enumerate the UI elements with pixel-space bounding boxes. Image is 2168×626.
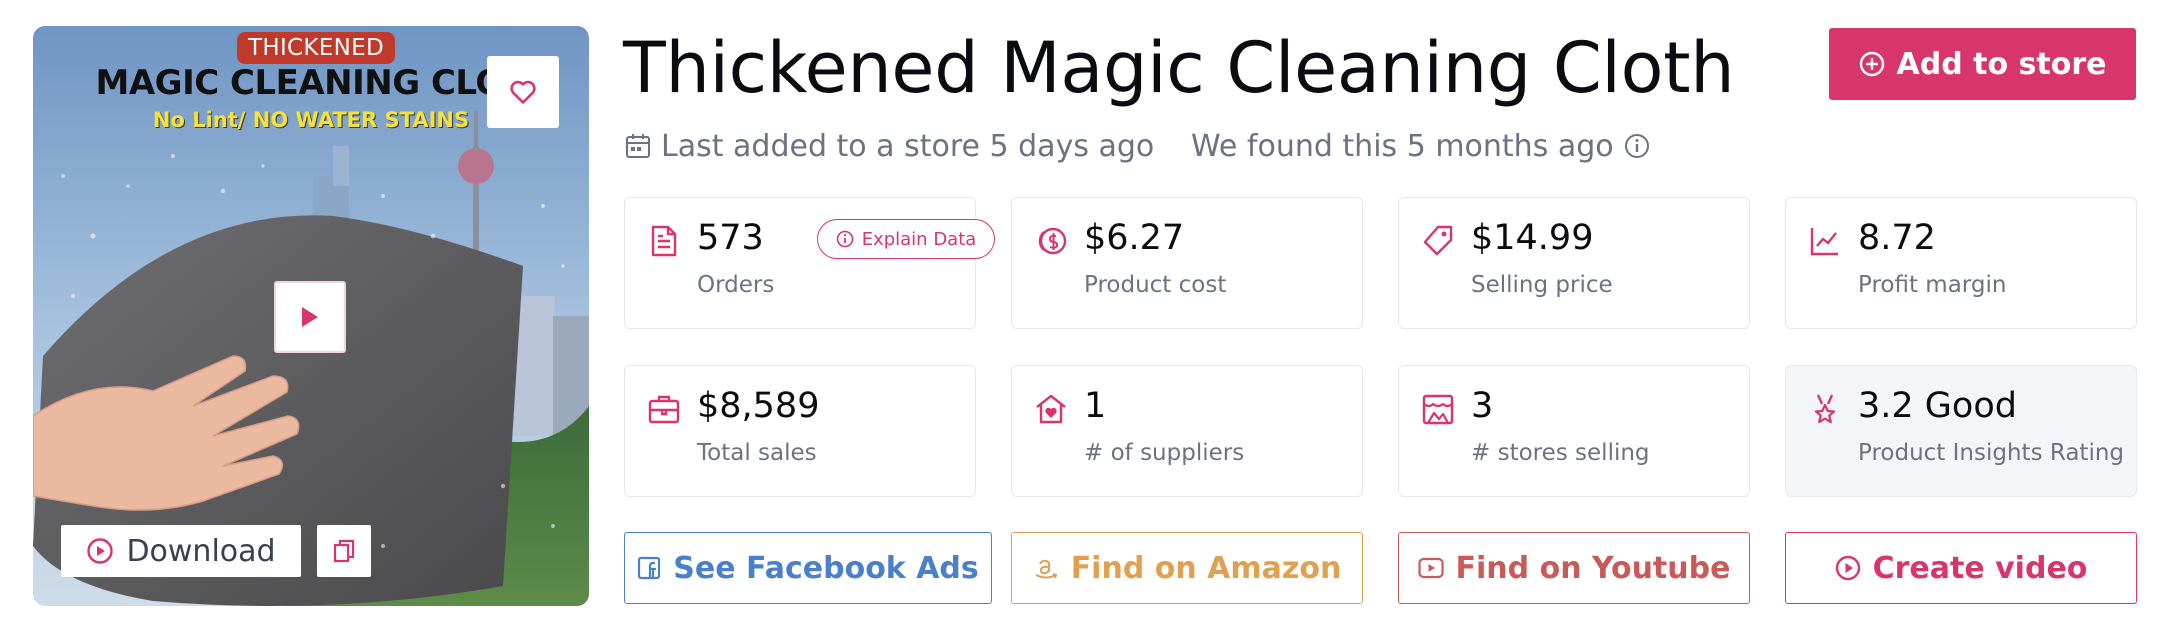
page-title: Thickened Magic Cleaning Cloth [623,27,1735,109]
stat-card-orders: 573 Orders [624,197,976,329]
stat-value: 573 [697,218,764,258]
heart-icon [510,80,536,104]
stat-label: Orders [697,272,775,298]
stat-value: 3.2 Good [1858,386,2017,426]
find-on-amazon-button[interactable]: Find on Amazon [1011,532,1363,604]
home-heart-icon [1036,394,1066,424]
last-added-text: Last added to a store 5 days ago [661,128,1155,164]
stat-card-profit-margin: 8.72 Profit margin [1785,197,2137,329]
trend-chart-icon [1810,228,1838,256]
download-label: Download [126,533,276,569]
stat-label: Product Insights Rating [1858,440,2125,466]
stat-value: 1 [1084,386,1107,426]
stat-card-product-cost: $6.27 Product cost [1011,197,1363,329]
facebook-icon [638,556,661,580]
stat-label: Total sales [697,440,817,466]
plus-circle-icon [1859,51,1884,77]
stat-card-suppliers: 1 # of suppliers [1011,365,1363,497]
calendar-icon [626,134,650,158]
create-video-button[interactable]: Create video [1785,532,2137,604]
play-video-button[interactable] [274,281,346,353]
play-circle-icon [87,538,114,564]
stat-label: Selling price [1471,272,1613,298]
product-image[interactable]: THICKENED MAGIC CLEANING CLOT No Lint/ N… [33,26,589,606]
stat-value: $8,589 [697,386,820,426]
play-icon [302,307,318,327]
copy-button[interactable] [317,525,371,577]
stat-label: Profit margin [1858,272,2007,298]
add-to-store-button[interactable]: Add to store [1829,28,2136,100]
found-meta: We found this 5 months ago [1191,126,1650,166]
stat-label: # stores selling [1471,440,1650,466]
copy-icon [333,539,355,563]
price-tag-icon [1423,225,1453,256]
stat-label: Product cost [1084,272,1227,298]
found-text: We found this 5 months ago [1191,128,1614,164]
explain-data-button[interactable]: Explain Data [817,219,995,259]
create-video-label: Create video [1872,550,2088,586]
info-icon[interactable] [1624,133,1650,159]
download-button[interactable]: Download [61,525,301,577]
amazon-icon [1035,559,1057,579]
stat-card-total-sales: $8,589 Total sales [624,365,976,497]
add-to-store-label: Add to store [1896,46,2107,82]
stat-value: 8.72 [1858,218,1936,258]
briefcase-icon [648,395,680,424]
favorite-button[interactable] [487,56,559,128]
stat-value: $6.27 [1084,218,1185,258]
find-on-youtube-button[interactable]: Find on Youtube [1398,532,1750,604]
find-on-youtube-label: Find on Youtube [1455,550,1731,586]
stat-label: # of suppliers [1084,440,1245,466]
coins-icon [1038,227,1067,255]
last-added-meta: Last added to a store 5 days ago [625,126,1154,166]
info-icon [836,230,854,248]
stat-card-insights-rating: 3.2 Good Product Insights Rating [1785,365,2137,497]
award-icon [1814,394,1836,424]
stat-value: 3 [1471,386,1494,426]
stat-value: $14.99 [1471,218,1594,258]
explain-data-label: Explain Data [861,228,977,250]
document-icon [651,225,677,257]
see-facebook-ads-label: See Facebook Ads [673,550,979,586]
find-on-amazon-label: Find on Amazon [1070,550,1342,586]
youtube-icon [1417,557,1444,579]
image-badge: THICKENED [237,32,395,64]
store-icon [1422,394,1454,425]
play-circle-icon [1835,555,1860,581]
see-facebook-ads-button[interactable]: See Facebook Ads [624,532,992,604]
stat-card-stores-selling: 3 # stores selling [1398,365,1750,497]
stat-card-selling-price: $14.99 Selling price [1398,197,1750,329]
